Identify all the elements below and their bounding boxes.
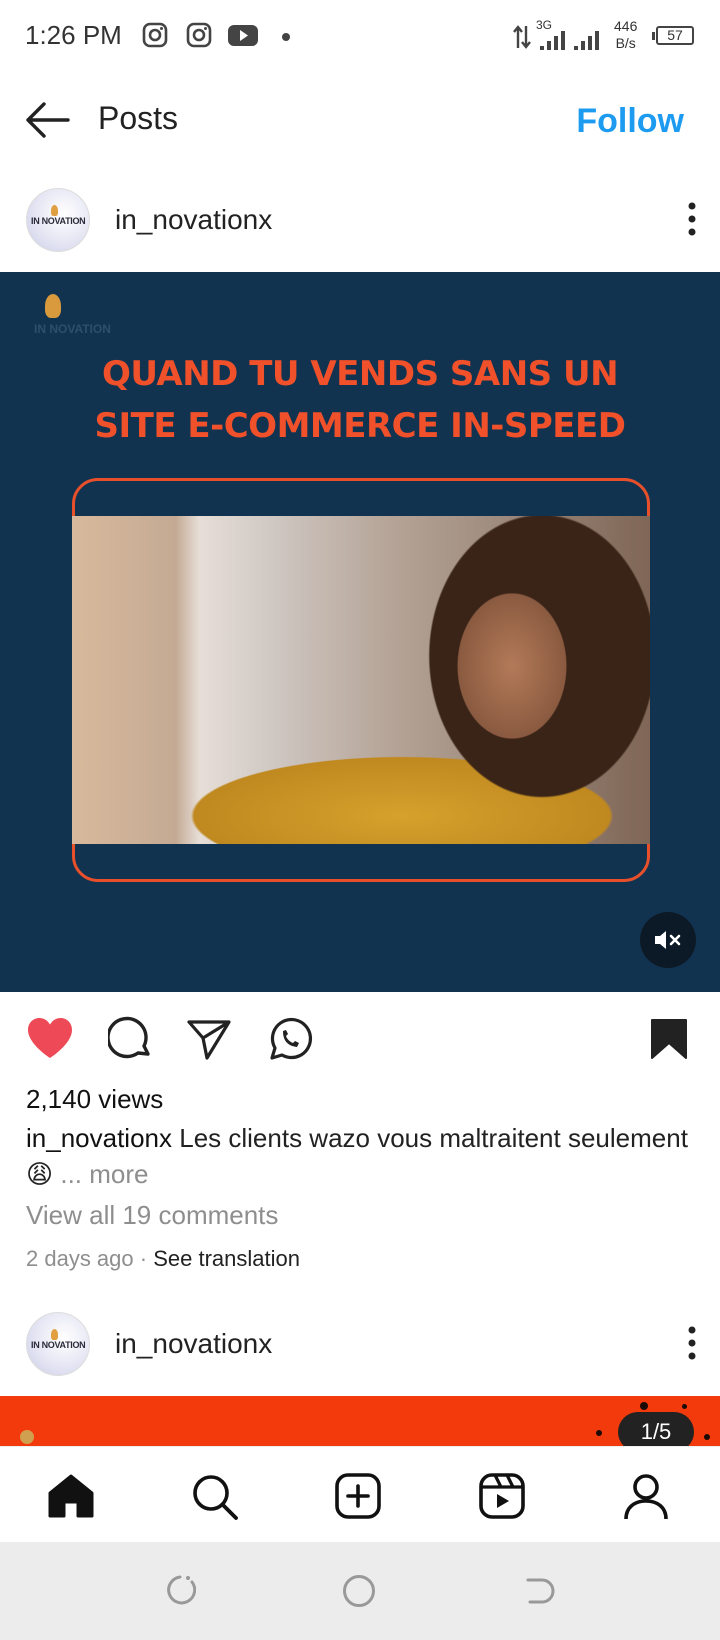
avatar-logo: IN NOVATION [31,216,86,226]
home-icon[interactable] [47,1473,95,1524]
post-header: IN NOVATION in_novationx [0,174,720,264]
network-speed: 446 B/s [614,18,637,52]
like-heart-icon[interactable] [26,1016,74,1065]
mute-button[interactable] [640,912,696,968]
back-gesture-icon[interactable] [524,1574,556,1611]
muted-speaker-icon [655,931,681,949]
view-count: 2,140 views [26,1084,164,1114]
bulb-icon [51,1329,58,1340]
home-circle-icon[interactable] [342,1574,376,1613]
more-options-icon[interactable] [688,1326,696,1365]
caption-emoji: 😩 [26,1159,54,1189]
caption-more-link[interactable]: ... more [60,1159,148,1189]
system-navigation-bar [0,1542,720,1640]
network-speed-unit: B/s [615,35,636,51]
avatar[interactable]: IN NOVATION [26,1312,90,1376]
caption-username[interactable]: in_novationx [26,1123,172,1153]
network-speed-value: 446 [614,18,638,34]
post-actions [0,1010,720,1070]
follow-button[interactable]: Follow [576,102,684,141]
post-timestamp: 2 days ago · See translation [26,1246,300,1272]
paint-splatter [704,1434,710,1440]
bottom-navigation [0,1446,720,1542]
notification-dot-icon [282,33,290,41]
post-username[interactable]: in_novationx [115,204,272,236]
avatar-logo: IN NOVATION [31,1340,86,1350]
youtube-icon [228,25,258,51]
signal-icon [540,28,606,55]
post-media[interactable]: IN NOVATION QUAND TU VENDS SANS UN SITE … [0,272,720,992]
see-translation-link[interactable]: See translation [153,1246,300,1271]
status-bar: 1:26 PM 3G 446 B/s 57 [0,0,720,72]
instagram-icon [142,22,168,53]
search-icon[interactable] [191,1473,239,1526]
timestamp-separator: · [133,1246,154,1271]
recent-apps-icon[interactable] [164,1574,197,1611]
more-options-icon[interactable] [688,202,696,241]
comment-icon[interactable] [106,1016,154,1067]
video-still-image [72,516,650,844]
paint-splatter [596,1430,602,1436]
instagram-icon [186,22,212,53]
caption-text: Les clients wazo vous maltraitent seulem… [179,1123,688,1153]
data-arrows-icon [512,24,532,55]
headline-line-1: QUAND TU VENDS SANS UN [101,354,619,394]
post-caption: in_novationx Les clients wazo vous maltr… [26,1120,706,1192]
next-post-header: IN NOVATION in_novationx [0,1298,720,1388]
back-arrow-icon[interactable] [24,100,70,145]
time-ago: 2 days ago [26,1246,134,1271]
bulb-icon [20,1430,34,1444]
paint-splatter [682,1404,687,1409]
create-post-icon[interactable] [334,1473,382,1524]
media-headline: QUAND TU VENDS SANS UN SITE E-COMMERCE I… [0,348,720,452]
bulb-icon [45,294,61,318]
post-username[interactable]: in_novationx [115,1328,272,1360]
bulb-icon [51,205,58,216]
paint-splatter [640,1402,648,1410]
page-title: Posts [98,100,179,136]
view-all-comments-link[interactable]: View all 19 comments [26,1200,278,1231]
status-time: 1:26 PM [25,20,122,50]
avatar[interactable]: IN NOVATION [26,188,90,252]
whatsapp-icon[interactable] [266,1015,314,1068]
app-header: Posts Follow [0,80,720,160]
share-send-icon[interactable] [186,1018,232,1067]
reels-icon[interactable] [478,1473,526,1524]
next-post-media[interactable]: 1/5 [0,1396,720,1446]
headline-line-2: SITE E-COMMERCE IN-SPEED [94,406,626,446]
bookmark-saved-icon[interactable] [650,1018,688,1065]
battery-icon: 57 [652,26,694,45]
media-brand-logo: IN NOVATION [34,322,111,336]
battery-level: 57 [667,27,683,43]
profile-icon[interactable] [622,1473,670,1526]
carousel-page-counter: 1/5 [618,1412,694,1446]
